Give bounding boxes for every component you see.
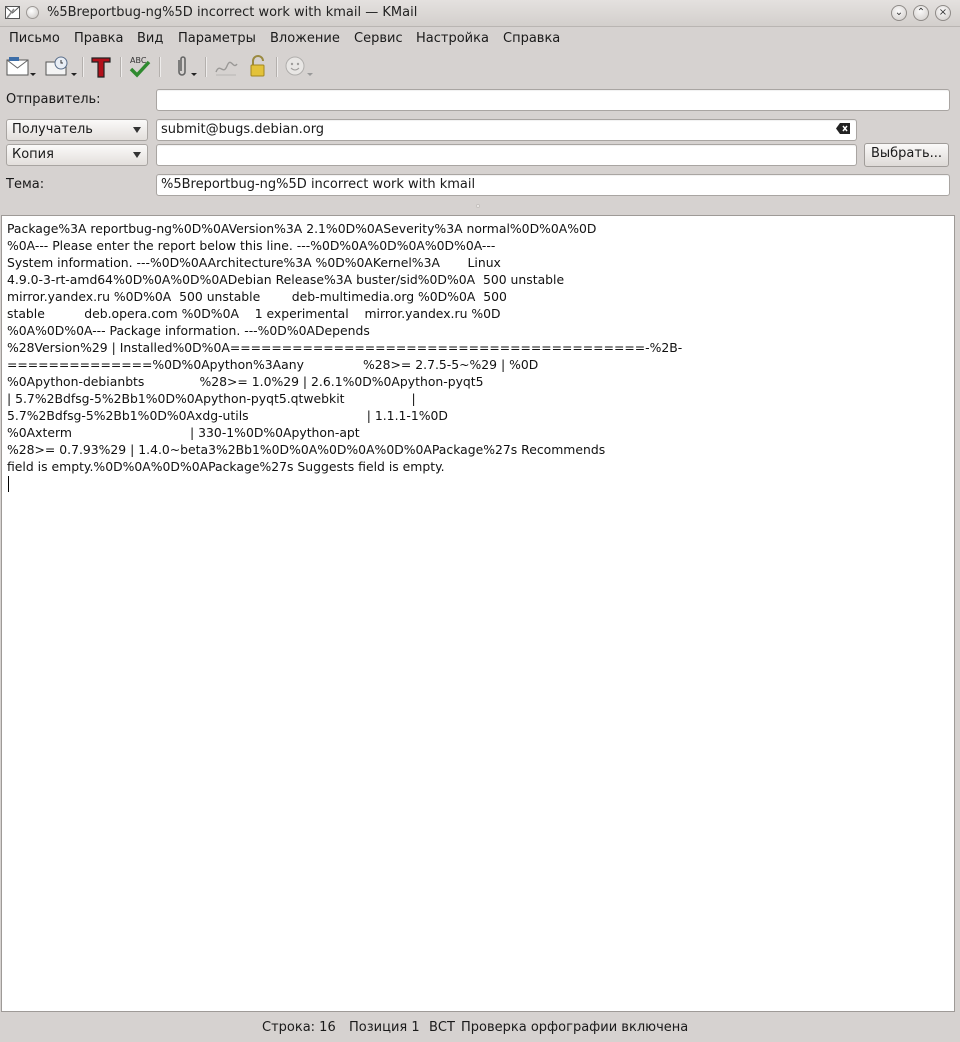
toolbar-separator — [120, 57, 122, 77]
from-field[interactable] — [156, 89, 950, 111]
recipient-type-select[interactable]: Получатель — [6, 119, 148, 141]
send-later-icon — [45, 56, 77, 76]
body-line: %28Version%29 | Installed%0D%0A=========… — [7, 340, 683, 355]
kmail-app-icon[interactable] — [5, 5, 20, 20]
menu-settings[interactable]: Настройка — [416, 31, 489, 46]
message-body-editor[interactable]: Package%3A reportbug-ng%0D%0AVersion%3A … — [1, 215, 955, 1012]
cc-type-label: Копия — [12, 147, 54, 162]
splitter-handle[interactable] — [476, 204, 480, 208]
sign-button[interactable] — [213, 54, 239, 80]
body-line: Package%3A reportbug-ng%0D%0AVersion%3A … — [7, 221, 597, 236]
encrypt-button[interactable] — [245, 54, 271, 80]
subject-field[interactable]: %5Breportbug-ng%5D incorrect work with k… — [156, 174, 950, 196]
keep-above-icon[interactable] — [26, 6, 39, 19]
cc-field[interactable] — [156, 144, 857, 166]
menu-view[interactable]: Вид — [137, 31, 163, 46]
menu-edit[interactable]: Правка — [74, 31, 123, 46]
toolbar-separator — [82, 57, 84, 77]
body-line: ==============%0D%0Apython%3Aany %28>= 2… — [7, 357, 539, 372]
select-recipients-button[interactable]: Выбрать... — [864, 143, 949, 167]
minimize-button[interactable]: ⌄ — [891, 5, 907, 21]
body-line: %0A--- Please enter the report below thi… — [7, 238, 496, 253]
clear-field-icon[interactable] — [836, 123, 850, 134]
status-bar: Строка: 16 Позиция 1 ВСТ Проверка орфогр… — [0, 1016, 960, 1042]
emoticon-button[interactable] — [284, 54, 318, 80]
toolbar-separator — [205, 57, 207, 77]
text-format-icon — [91, 57, 111, 78]
from-label: Отправитель: — [6, 92, 101, 107]
recipient-type-label: Получатель — [12, 122, 93, 137]
body-line: 4.9.0-3-rt-amd64%0D%0A%0D%0ADebian Relea… — [7, 272, 565, 287]
text-caret — [8, 476, 9, 492]
spellcheck-button[interactable]: ABC — [127, 54, 153, 80]
body-line: %0Axterm | 330-1%0D%0Apython-apt — [7, 425, 360, 440]
toolbar-separator — [159, 57, 161, 77]
body-line: field is empty.%0D%0A%0D%0APackage%27s S… — [7, 459, 445, 474]
body-line: System information. ---%0D%0AArchitectur… — [7, 255, 501, 270]
to-field[interactable]: submit@bugs.debian.org — [156, 119, 857, 141]
body-line: mirror.yandex.ru %0D%0A 500 unstable deb… — [7, 289, 507, 304]
attach-icon — [178, 56, 197, 76]
title-bar: %5Breportbug-ng%5D incorrect work with k… — [0, 0, 960, 27]
cc-type-select[interactable]: Копия — [6, 144, 148, 166]
body-line: %0Apython-debianbts %28>= 1.0%29 | 2.6.1… — [7, 374, 484, 389]
status-line: Строка: 16 — [262, 1020, 336, 1035]
body-line: 5.7%2Bdfsg-5%2Bb1%0D%0Axdg-utils | 1.1.1… — [7, 408, 448, 423]
toolbar: ABC — [0, 52, 960, 82]
menu-options[interactable]: Параметры — [178, 31, 256, 46]
chevron-down-icon — [133, 152, 141, 158]
lock-icon — [250, 55, 265, 77]
menu-help[interactable]: Справка — [503, 31, 560, 46]
sign-icon — [215, 61, 238, 76]
svg-text:ABC: ABC — [130, 56, 147, 65]
maximize-button[interactable]: ⌃ — [913, 5, 929, 21]
status-spellcheck: Проверка орфографии включена — [461, 1020, 689, 1035]
window-title: %5Breportbug-ng%5D incorrect work with k… — [47, 5, 418, 20]
send-mail-icon — [6, 57, 36, 76]
spellcheck-icon: ABC — [129, 56, 151, 78]
status-insert-mode: ВСТ — [429, 1020, 455, 1035]
menu-attachment[interactable]: Вложение — [270, 31, 340, 46]
toolbar-separator — [276, 57, 278, 77]
text-format-button[interactable] — [89, 54, 115, 80]
chevron-down-icon — [133, 127, 141, 133]
emoticon-icon — [285, 56, 313, 76]
status-position: Позиция 1 — [349, 1020, 420, 1035]
body-line: | 5.7%2Bdfsg-5%2Bb1%0D%0Apython-pyqt5.qt… — [7, 391, 416, 406]
close-button[interactable]: × — [935, 5, 951, 21]
menu-tools[interactable]: Сервис — [354, 31, 403, 46]
send-later-button[interactable] — [43, 54, 79, 80]
body-line: %28>= 0.7.93%29 | 1.4.0~beta3%2Bb1%0D%0A… — [7, 442, 606, 457]
attach-button[interactable] — [167, 54, 201, 80]
send-mail-button[interactable] — [5, 54, 37, 80]
body-line: stable deb.opera.com %0D%0A 1 experiment… — [7, 306, 501, 321]
subject-label: Тема: — [6, 177, 45, 192]
menu-bar: Письмо Правка Вид Параметры Вложение Сер… — [0, 28, 960, 50]
menu-message[interactable]: Письмо — [9, 31, 60, 46]
body-line: %0A%0D%0A--- Package information. ---%0D… — [7, 323, 370, 338]
